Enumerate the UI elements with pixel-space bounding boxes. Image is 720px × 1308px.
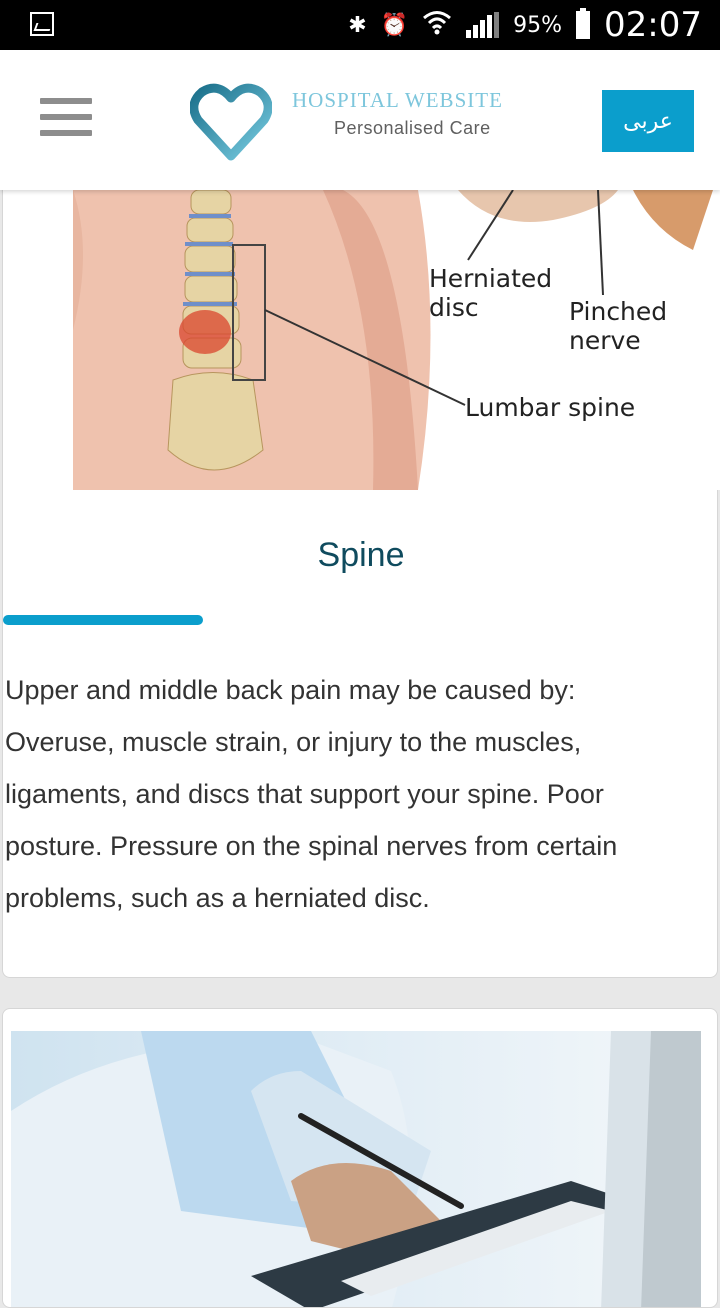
site-header: HOSPITAL WEBSITE Personalised Care عربى [0,50,720,190]
label-pinched-nerve-1: Pinched [569,297,667,326]
alarm-icon: ⏰ [380,12,409,38]
menu-icon[interactable] [40,98,92,138]
wifi-icon [422,9,452,41]
language-toggle-button[interactable]: عربى [602,90,694,152]
bluetooth-icon: ✱ [348,12,367,38]
doctor-writing-photo [11,1031,701,1307]
status-bar: ✱ ⏰ 95% 02:07 [0,0,720,50]
label-herniated-disc-2: disc [429,293,479,322]
accent-divider [3,615,203,625]
signal-icon [466,12,500,38]
spine-card: Herniated disc Pinched nerve Lumbar spin… [2,190,720,978]
battery-icon [576,8,591,39]
gallery-icon [30,12,54,36]
brand-title: HOSPITAL WEBSITE [292,88,503,112]
card-description: Upper and middle back pain may be caused… [5,675,618,913]
brand-subtitle: Personalised Care [334,118,491,138]
card-title: Spine [317,536,405,574]
label-lumbar-spine: Lumbar spine [465,393,635,422]
battery-percent: 95% [513,12,563,38]
label-herniated-disc-1: Herniated [429,264,552,293]
heart-logo-icon[interactable] [190,80,272,162]
status-icons: ✱ ⏰ 95% 02:07 [348,0,702,50]
label-pinched-nerve-2: nerve [569,326,641,355]
doctor-card [2,1008,718,1308]
spine-illustration: Herniated disc Pinched nerve Lumbar spin… [73,190,720,490]
clock: 02:07 [604,5,702,45]
